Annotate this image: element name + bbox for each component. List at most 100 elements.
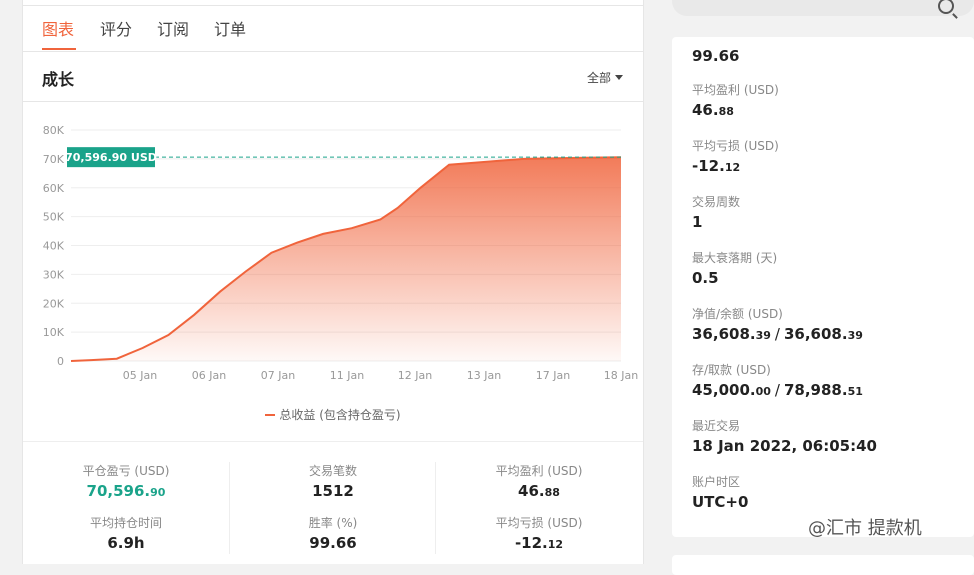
range-dropdown-label: 全部 xyxy=(586,71,611,85)
stat-value-dec: 12 xyxy=(547,538,564,551)
detail-label: 平均亏损 (USD) xyxy=(692,139,779,153)
x-tick-label: 12 Jan xyxy=(398,369,432,382)
legend-label: 总收益 (包含持仓盈亏) xyxy=(279,408,401,422)
stat-label: 平均持仓时间 xyxy=(89,516,162,530)
tab-orders[interactable]: 订单 xyxy=(214,16,246,40)
detail-value-int: 46. xyxy=(692,101,719,119)
tab-chart[interactable]: 图表 xyxy=(42,16,74,40)
search-icon[interactable] xyxy=(938,0,954,14)
detail-value-dec: 88 xyxy=(718,105,734,118)
stat-value: -12.12 xyxy=(436,534,642,554)
detail-value: 0.5 xyxy=(692,269,777,287)
detail-row: 最近交易 18 Jan 2022, 06:05:40 xyxy=(692,417,877,455)
stat-value: 70,596.90 xyxy=(23,482,229,502)
stat-label: 交易笔数 xyxy=(308,464,357,478)
detail-value-int: 99.66 xyxy=(692,47,740,65)
detail-value: 36,608.39/36,608.39 xyxy=(692,325,863,343)
reference-label: 70,596.90 USD xyxy=(65,151,157,164)
detail-value-dec: 39 xyxy=(755,329,771,342)
account-details-card: 99.66 平均盈利 (USD) 46.88 平均亏损 (USD) -12.12… xyxy=(672,37,974,537)
detail-separator: / xyxy=(774,381,780,399)
detail-value: 45,000.00/78,988.51 xyxy=(692,381,863,399)
detail-value-dec: 00 xyxy=(755,385,771,398)
detail-label: 存/取款 (USD) xyxy=(692,363,771,377)
x-tick-label: 13 Jan xyxy=(467,369,501,382)
x-tick-label: 18 Jan xyxy=(604,369,638,382)
detail-separator: / xyxy=(774,325,780,343)
detail-row: 净值/余额 (USD) 36,608.39/36,608.39 xyxy=(692,305,863,343)
detail-label: 平均盈利 (USD) xyxy=(692,83,779,97)
stats-column: 平仓盈亏 (USD) 70,596.90 平均持仓时间 6.9h xyxy=(23,462,229,554)
detail-value-dec: 51 xyxy=(847,385,863,398)
y-tick-label: 40K xyxy=(43,240,65,253)
detail-label: 净值/余额 (USD) xyxy=(692,307,783,321)
y-tick-label: 20K xyxy=(43,297,65,310)
stat-label: 平均盈利 (USD) xyxy=(495,464,583,478)
detail-label: 账户时区 xyxy=(692,475,741,489)
detail-value: 46.88 xyxy=(692,101,779,119)
stat-value: 46.88 xyxy=(436,482,642,502)
chart-legend: 总收益 (包含持仓盈亏) xyxy=(23,406,643,423)
stats-column: 平均盈利 (USD) 46.88 平均亏损 (USD) -12.12 xyxy=(435,462,642,554)
watermark: @汇市 提款机 xyxy=(808,518,922,539)
stat-value-dec: 90 xyxy=(150,486,166,499)
section-title: 成长 xyxy=(42,70,75,89)
stats-grid: 平仓盈亏 (USD) 70,596.90 平均持仓时间 6.9h 交易笔数 15… xyxy=(23,442,643,564)
active-tab-indicator xyxy=(42,48,76,50)
side-panel: 99.66 平均盈利 (USD) 46.88 平均亏损 (USD) -12.12… xyxy=(672,0,974,575)
stat-value-int: 1512 xyxy=(312,482,354,500)
legend-swatch xyxy=(265,414,276,416)
detail-value-int: 1 xyxy=(692,213,703,231)
main-panel: 图表 评分 订阅 订单 成长 全部 0 10K 20K 30K 40K 50K 60K 70K… xyxy=(22,0,644,564)
next-card xyxy=(672,555,974,575)
stat-label: 平均亏损 (USD) xyxy=(495,516,583,530)
detail-value-int: 78,988. xyxy=(783,381,848,399)
detail-value-int: 36,608. xyxy=(692,325,756,343)
stat-value: 1512 xyxy=(230,482,436,502)
y-tick-label: 70K xyxy=(43,153,65,166)
detail-value: 18 Jan 2022, 06:05:40 xyxy=(692,437,877,455)
detail-value: UTC+0 xyxy=(692,493,748,511)
tab-bar: 图表 评分 订阅 订单 xyxy=(23,5,643,52)
detail-value-int: -12. xyxy=(692,157,725,175)
x-tick-label: 07 Jan xyxy=(261,369,295,382)
section-header: 成长 全部 xyxy=(23,51,643,102)
detail-row: 交易周数 1 xyxy=(692,193,740,231)
y-tick-label: 50K xyxy=(43,211,65,224)
caret-down-icon xyxy=(615,75,623,80)
search-input[interactable] xyxy=(672,0,974,16)
detail-row: 平均盈利 (USD) 46.88 xyxy=(692,81,779,119)
x-tick-label: 06 Jan xyxy=(192,369,226,382)
stat-value-int: -12. xyxy=(514,534,548,552)
detail-value-int: 36,608. xyxy=(783,325,848,343)
detail-label: 交易周数 xyxy=(692,195,741,209)
x-tick-label: 17 Jan xyxy=(536,369,570,382)
detail-label: 最近交易 xyxy=(692,419,741,433)
x-tick-label: 05 Jan xyxy=(123,369,157,382)
y-tick-label: 30K xyxy=(43,268,65,281)
detail-value: 1 xyxy=(692,213,740,231)
stat-label: 胜率 (%) xyxy=(308,516,358,530)
y-tick-label: 60K xyxy=(43,182,65,195)
stat-value-int: 6.9h xyxy=(107,534,145,552)
range-dropdown[interactable]: 全部 xyxy=(587,69,623,86)
stat-value-dec: 88 xyxy=(544,486,560,499)
detail-value-int: 18 Jan 2022, 06:05:40 xyxy=(692,437,877,455)
stat-label: 平仓盈亏 (USD) xyxy=(82,464,170,478)
detail-row: 存/取款 (USD) 45,000.00/78,988.51 xyxy=(692,361,863,399)
stat-value-int: 46. xyxy=(518,482,545,500)
detail-label: 最大衰落期 (天) xyxy=(692,251,778,265)
stat-value: 99.66 xyxy=(230,534,436,554)
detail-value-int: UTC+0 xyxy=(692,493,749,511)
stat-value: 6.9h xyxy=(23,534,229,554)
detail-value-dec: 39 xyxy=(847,329,863,342)
detail-value-dec: 12 xyxy=(724,161,741,174)
detail-value: -12.12 xyxy=(692,157,779,175)
detail-value-int: 0.5 xyxy=(692,269,719,287)
detail-row: 平均亏损 (USD) -12.12 xyxy=(692,137,779,175)
detail-row: 最大衰落期 (天) 0.5 xyxy=(692,249,777,287)
growth-chart: 0 10K 20K 30K 40K 50K 60K 70K 80K 70,596.90 USD 05… xyxy=(43,124,638,382)
tab-rating[interactable]: 评分 xyxy=(100,16,132,40)
tab-subscribe[interactable]: 订阅 xyxy=(157,16,189,40)
y-tick-label: 0 xyxy=(57,355,64,368)
